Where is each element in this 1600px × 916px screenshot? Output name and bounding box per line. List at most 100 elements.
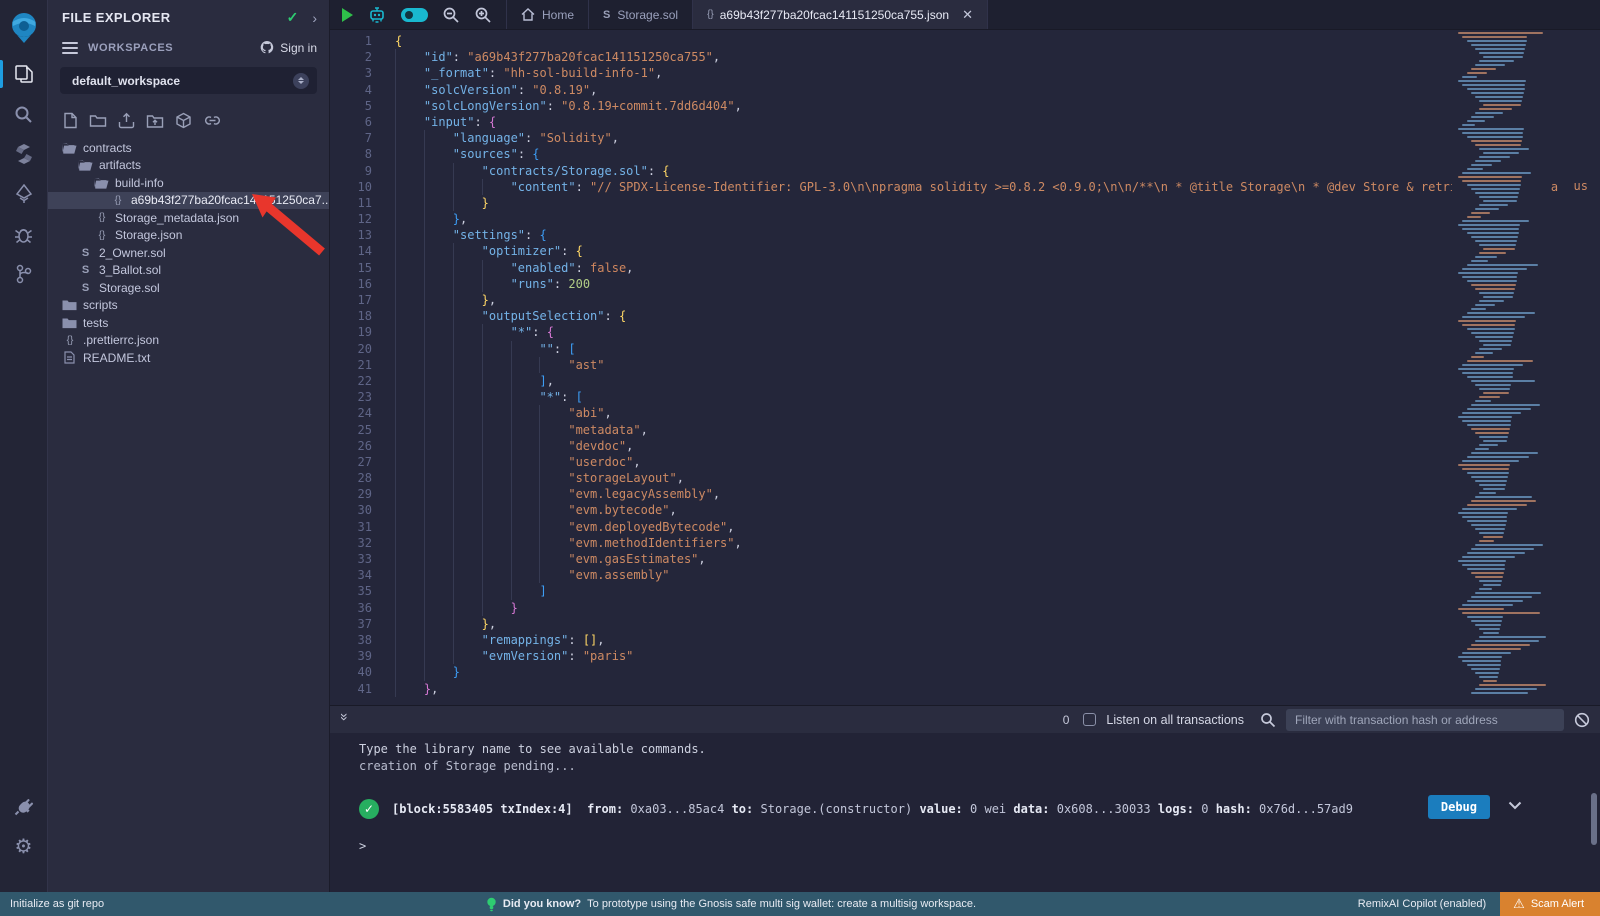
solidity-compiler-icon[interactable]: [0, 134, 48, 174]
code-line[interactable]: 16"runs": 200: [330, 276, 1600, 292]
code-line[interactable]: 19"*": {: [330, 324, 1600, 340]
tree-item--prettierrc-json[interactable]: { }.prettierrc.json: [48, 332, 329, 350]
file-explorer-icon[interactable]: [0, 54, 48, 94]
code-line[interactable]: 32"evm.methodIdentifiers",: [330, 535, 1600, 551]
code-line[interactable]: 2"id": "a69b43f277ba20fcac141151250ca755…: [330, 49, 1600, 65]
tree-item-build-info[interactable]: build-info: [48, 174, 329, 192]
clear-console-icon[interactable]: [1574, 712, 1590, 728]
code-line[interactable]: 24"abi",: [330, 405, 1600, 421]
run-script-icon[interactable]: [342, 8, 353, 22]
code-line[interactable]: 26"devdoc",: [330, 438, 1600, 454]
chevron-right-icon[interactable]: ›: [312, 10, 317, 26]
code-line[interactable]: 41},: [330, 681, 1600, 697]
tab-storage-sol[interactable]: S Storage.sol: [589, 0, 693, 29]
minimap[interactable]: [1452, 30, 1547, 705]
copilot-status[interactable]: RemixAI Copilot (enabled): [1358, 898, 1486, 910]
code-line[interactable]: 12},: [330, 211, 1600, 227]
line-number: 20: [330, 341, 372, 357]
code-line[interactable]: 18"outputSelection": {: [330, 308, 1600, 324]
transaction-filter-input[interactable]: [1286, 709, 1564, 731]
code-line[interactable]: 36}: [330, 600, 1600, 616]
code-line[interactable]: 5"solcLongVersion": "0.8.19+commit.7dd6d…: [330, 98, 1600, 114]
tree-item-3-ballot-sol[interactable]: S3_Ballot.sol: [48, 262, 329, 280]
remix-logo-icon[interactable]: [0, 2, 48, 54]
code-line[interactable]: 4"solcVersion": "0.8.19",: [330, 82, 1600, 98]
tree-item-storage-sol[interactable]: SStorage.sol: [48, 279, 329, 297]
code-line[interactable]: 22],: [330, 373, 1600, 389]
line-number: 30: [330, 502, 372, 518]
code-line[interactable]: 28"storageLayout",: [330, 470, 1600, 486]
tree-item-a69b43f277ba20fcac141151250ca7-[interactable]: { }a69b43f277ba20fcac141151250ca7...: [48, 192, 329, 210]
code-line[interactable]: 7"language": "Solidity",: [330, 130, 1600, 146]
code-line[interactable]: 21"ast": [330, 357, 1600, 373]
tree-item-2-owner-sol[interactable]: S2_Owner.sol: [48, 244, 329, 262]
code-line[interactable]: 8"sources": {: [330, 146, 1600, 162]
terminal-prompt[interactable]: >: [359, 839, 1600, 853]
plugin-manager-icon[interactable]: [0, 786, 48, 826]
panel-title: FILE EXPLORER: [62, 10, 171, 25]
tab-build-info-json[interactable]: { } a69b43f277ba20fcac141151250ca755.jso…: [693, 0, 988, 29]
git-init-button[interactable]: Initialize as git repo: [10, 898, 104, 910]
workspaces-menu-icon[interactable]: [62, 42, 78, 54]
code-line[interactable]: 15"enabled": false,: [330, 260, 1600, 276]
tree-item-readme-txt[interactable]: README.txt: [48, 349, 329, 367]
code-line[interactable]: 17},: [330, 292, 1600, 308]
code-line[interactable]: 13"settings": {: [330, 227, 1600, 243]
transaction-log-row[interactable]: ✓ [block:5583405 txIndex:4] from: 0xa03.…: [359, 799, 1600, 819]
code-line[interactable]: 30"evm.bytecode",: [330, 502, 1600, 518]
listen-checkbox[interactable]: [1083, 713, 1096, 726]
code-line[interactable]: 35]: [330, 583, 1600, 599]
tree-item-tests[interactable]: tests: [48, 314, 329, 332]
ipfs-box-icon[interactable]: [175, 112, 192, 129]
code-line[interactable]: 38"remappings": [],: [330, 632, 1600, 648]
code-line[interactable]: 39"evmVersion": "paris": [330, 648, 1600, 664]
zoom-out-icon[interactable]: [442, 6, 460, 24]
workspace-selector[interactable]: default_workspace: [60, 67, 317, 94]
code-line[interactable]: 37},: [330, 616, 1600, 632]
expand-tx-chevron-icon[interactable]: [1508, 801, 1522, 810]
code-line[interactable]: 1{: [330, 33, 1600, 49]
upload-folder-icon[interactable]: [146, 113, 164, 129]
scam-alert-badge[interactable]: ⚠ Scam Alert: [1500, 892, 1600, 916]
code-line[interactable]: 31"evm.deployedBytecode",: [330, 519, 1600, 535]
code-line[interactable]: 40}: [330, 664, 1600, 680]
upload-file-icon[interactable]: [118, 112, 135, 129]
debug-button[interactable]: Debug: [1428, 795, 1490, 819]
tab-home[interactable]: Home: [506, 0, 589, 29]
tree-item-storage-json[interactable]: { }Storage.json: [48, 227, 329, 245]
tree-item-contracts[interactable]: contracts: [48, 139, 329, 157]
deploy-run-icon[interactable]: [0, 174, 48, 214]
import-url-link-icon[interactable]: [203, 113, 222, 128]
tree-item-scripts[interactable]: scripts: [48, 297, 329, 315]
expand-terminal-icon[interactable]: »: [337, 713, 353, 727]
git-icon[interactable]: [0, 254, 48, 294]
new-file-icon[interactable]: [63, 112, 78, 129]
tree-item-artifacts[interactable]: artifacts: [48, 157, 329, 175]
ai-robot-icon[interactable]: [367, 5, 387, 25]
code-line[interactable]: 10"content": "// SPDX-License-Identifier…: [330, 179, 1600, 195]
code-line[interactable]: 33"evm.gasEstimates",: [330, 551, 1600, 567]
code-line[interactable]: 27"userdoc",: [330, 454, 1600, 470]
zoom-in-icon[interactable]: [474, 6, 492, 24]
terminal[interactable]: Type the library name to see available c…: [330, 733, 1600, 892]
github-sign-in[interactable]: Sign in: [259, 40, 317, 55]
settings-icon[interactable]: ⚙: [0, 826, 48, 866]
code-line[interactable]: 29"evm.legacyAssembly",: [330, 486, 1600, 502]
tree-item-storage-metadata-json[interactable]: { }Storage_metadata.json: [48, 209, 329, 227]
debugger-icon[interactable]: [0, 214, 48, 254]
code-line[interactable]: 23"*": [: [330, 389, 1600, 405]
code-line[interactable]: 6"input": {: [330, 114, 1600, 130]
new-folder-icon[interactable]: [89, 113, 107, 128]
code-line[interactable]: 25"metadata",: [330, 422, 1600, 438]
code-editor[interactable]: 1{2"id": "a69b43f277ba20fcac141151250ca7…: [330, 30, 1600, 705]
copilot-toggle[interactable]: [401, 8, 428, 22]
search-icon[interactable]: [0, 94, 48, 134]
code-line[interactable]: 9"contracts/Storage.sol": {: [330, 163, 1600, 179]
close-tab-icon[interactable]: ✕: [962, 7, 973, 23]
code-line[interactable]: 20"": [: [330, 341, 1600, 357]
code-line[interactable]: 14"optimizer": {: [330, 243, 1600, 259]
code-line[interactable]: 3"_format": "hh-sol-build-info-1",: [330, 65, 1600, 81]
code-line[interactable]: 34"evm.assembly": [330, 567, 1600, 583]
code-line[interactable]: 11}: [330, 195, 1600, 211]
terminal-scrollbar[interactable]: [1591, 793, 1597, 845]
